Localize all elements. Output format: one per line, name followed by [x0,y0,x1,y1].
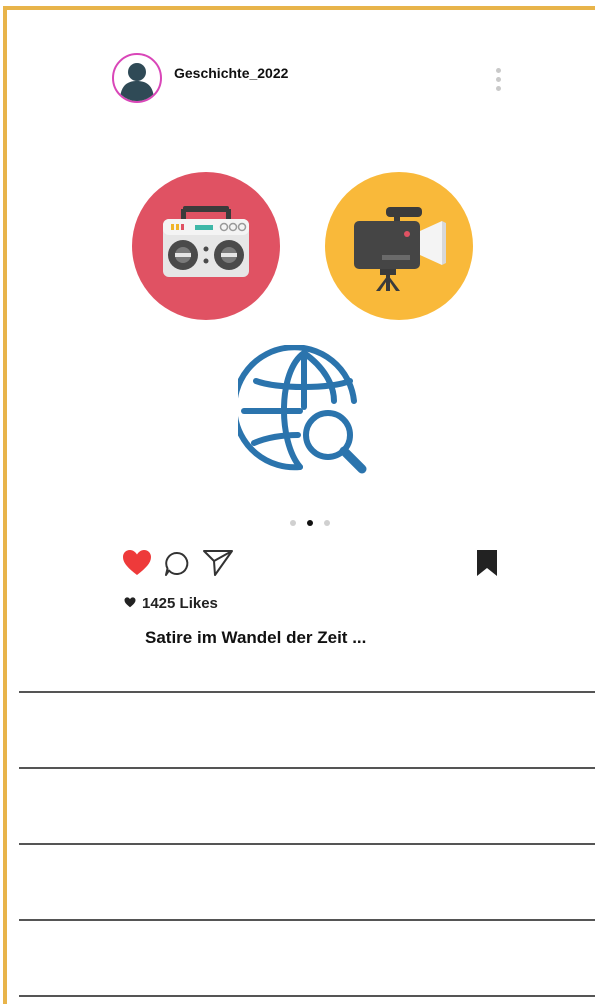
avatar[interactable] [112,53,162,103]
more-vertical-icon[interactable] [490,66,508,96]
writing-line [19,919,595,921]
post-frame [3,6,595,1004]
send-icon[interactable] [202,548,234,578]
carousel-indicator [287,518,337,528]
writing-line [19,691,595,693]
writing-line [19,995,595,997]
carousel-dot-active [307,520,313,526]
username[interactable]: Geschichte_2022 [174,65,288,81]
carousel-dot [290,520,296,526]
radio-boombox-icon [132,172,280,320]
writing-line [19,843,595,845]
likes-text: 1425 Likes [142,595,218,612]
user-silhouette-icon [120,63,154,101]
comment-icon[interactable] [163,550,191,578]
likes-count[interactable]: 1425 Likes [124,595,218,612]
small-heart-icon [124,597,136,608]
bookmark-icon[interactable] [476,549,498,577]
writing-line [19,767,595,769]
carousel-dot [324,520,330,526]
post-caption: Satire im Wandel der Zeit ... [145,628,367,647]
heart-icon[interactable] [122,549,152,577]
video-camera-icon [325,172,473,320]
globe-search-icon [238,345,367,474]
